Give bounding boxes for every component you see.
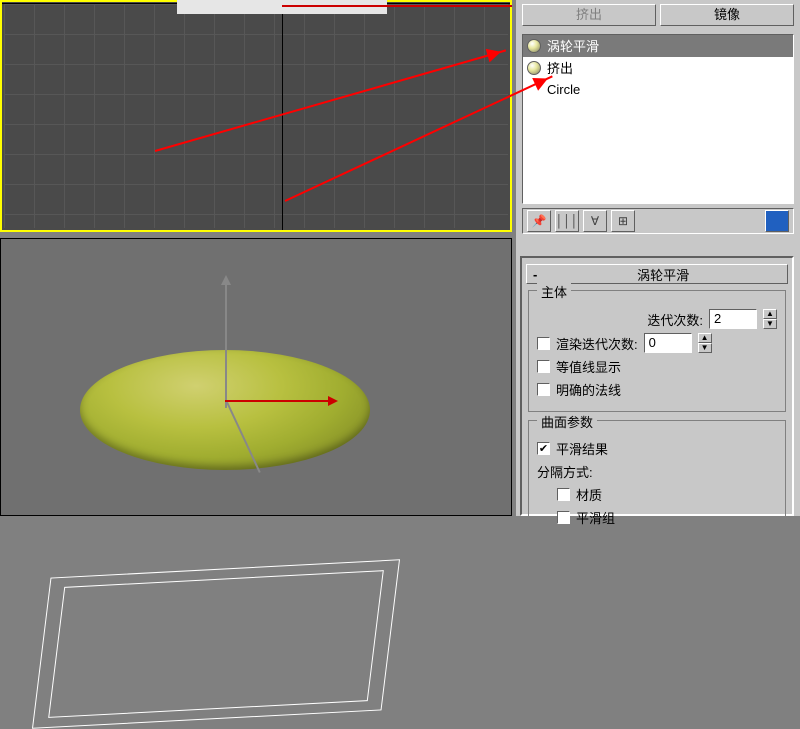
make-unique-icon[interactable]: ∀ (583, 210, 607, 232)
collapse-icon: - (533, 267, 537, 282)
iterations-label: 迭代次数: (647, 310, 703, 329)
explicit-normals-checkbox[interactable] (537, 383, 550, 396)
render-iter-checkbox[interactable] (537, 337, 550, 350)
smoothgroup-checkbox[interactable] (557, 511, 570, 524)
stack-toolbar: 📌 │││ ∀ ⊞ (522, 208, 794, 234)
isoline-label: 等值线显示 (556, 357, 621, 376)
render-iter-label: 渲染迭代次数: (556, 334, 638, 353)
modifier-label: Circle (547, 82, 789, 97)
group-main-legend: 主体 (537, 282, 571, 301)
group-surface: 曲面参数 ✔ 平滑结果 分隔方式: 材质 平滑组 (528, 420, 786, 534)
pin-stack-icon[interactable]: 📌 (527, 210, 551, 232)
material-label: 材质 (576, 485, 602, 504)
separate-label: 分隔方式: (537, 462, 593, 481)
lightbulb-icon[interactable] (527, 61, 541, 75)
configure-sets-icon[interactable] (765, 210, 789, 232)
smooth-result-label: 平滑结果 (556, 439, 608, 458)
iterations-spinner[interactable]: ▲▼ (763, 309, 777, 329)
group-surface-legend: 曲面参数 (537, 412, 597, 431)
mirror-button[interactable]: 镜像 (660, 4, 794, 26)
lightbulb-icon[interactable] (527, 39, 541, 53)
modifier-label: 涡轮平滑 (547, 36, 789, 55)
viewport-top-ortho[interactable] (0, 0, 512, 232)
rollout-title: 涡轮平滑 (545, 265, 781, 284)
explicit-normals-label: 明确的法线 (556, 380, 621, 399)
render-iter-input[interactable]: 0 (644, 333, 692, 353)
modifier-label: 挤出 (547, 58, 789, 77)
smoothgroup-label: 平滑组 (576, 508, 615, 527)
show-end-result-icon[interactable]: │││ (555, 210, 579, 232)
axis-vertical (282, 2, 283, 230)
gizmo-x-axis (282, 2, 512, 10)
group-main: 主体 迭代次数: 2 ▲▼ 渲染迭代次数: 0 ▲▼ 等值线显示 明确的法线 (528, 290, 786, 412)
extrude-button[interactable]: 挤出 (522, 4, 656, 26)
selection-bracket-inner (48, 570, 384, 718)
iterations-input[interactable]: 2 (709, 309, 757, 329)
smooth-result-checkbox[interactable]: ✔ (537, 442, 550, 455)
material-checkbox[interactable] (557, 488, 570, 501)
base-object-circle[interactable]: Circle (523, 79, 793, 101)
rollout-panel: - 涡轮平滑 主体 迭代次数: 2 ▲▼ 渲染迭代次数: 0 ▲▼ 等值线显示 … (520, 256, 794, 516)
remove-modifier-icon[interactable]: ⊞ (611, 210, 635, 232)
gizmo-z-axis (225, 278, 227, 408)
rollout-header-turbosmooth[interactable]: - 涡轮平滑 (526, 264, 788, 284)
modifier-stack[interactable]: 涡轮平滑 挤出 Circle (522, 34, 794, 204)
isoline-checkbox[interactable] (537, 360, 550, 373)
render-iter-spinner[interactable]: ▲▼ (698, 333, 712, 353)
modifier-extrude[interactable]: 挤出 (523, 57, 793, 79)
modifier-turbosmooth[interactable]: 涡轮平滑 (523, 35, 793, 57)
gizmo-x-axis-persp (225, 400, 335, 402)
